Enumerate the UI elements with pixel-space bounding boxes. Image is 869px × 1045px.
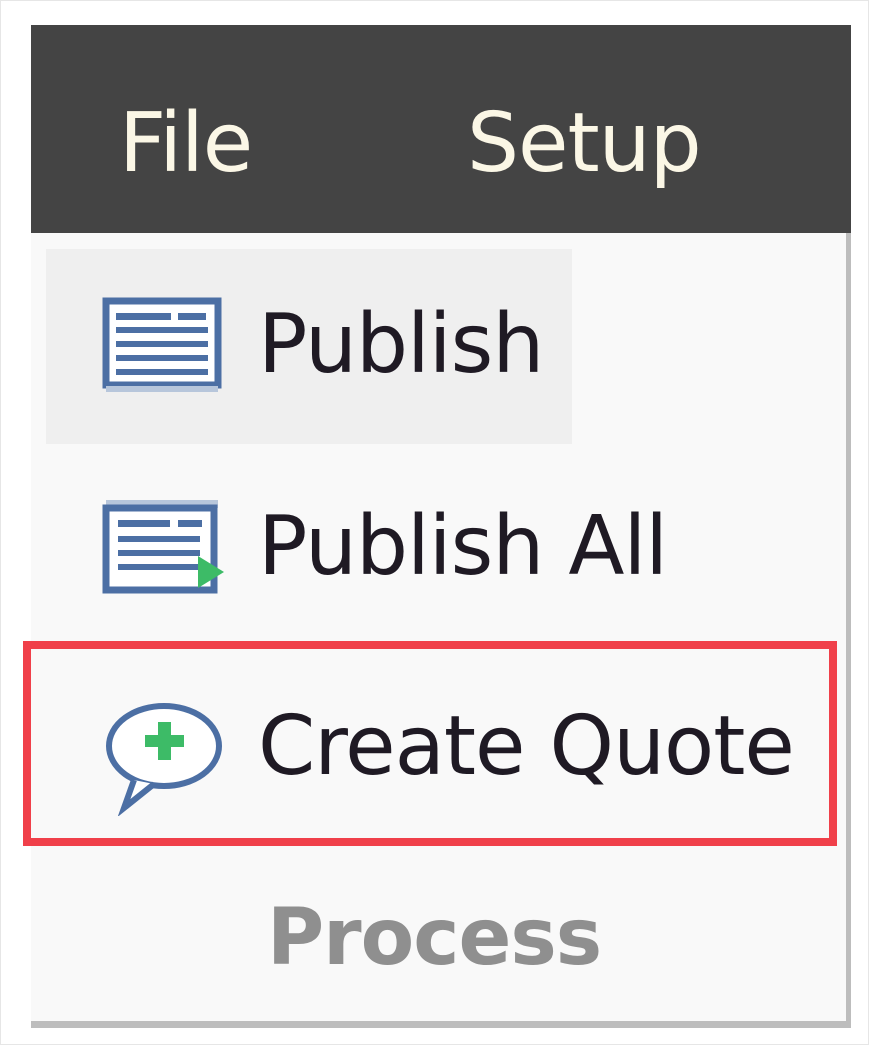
- menu-setup[interactable]: Setup: [467, 97, 702, 191]
- menu-item-publish[interactable]: Publish: [46, 249, 572, 444]
- window-frame: File Setup Publish Publish All Create Qu…: [0, 0, 869, 1045]
- process-section-label: Process: [267, 893, 602, 983]
- setup-dropdown-menu: Publish Publish All Create Quote Process: [31, 233, 851, 1028]
- create-quote-icon: [100, 696, 226, 817]
- menu-file[interactable]: File: [119, 97, 253, 191]
- menu-bar: File Setup: [31, 25, 851, 233]
- menu-item-label: Publish: [258, 296, 544, 392]
- menu-item-label: Publish All: [258, 498, 668, 594]
- publish-all-icon: [100, 496, 226, 602]
- menu-item-publish-all[interactable]: Publish All: [46, 451, 846, 646]
- publish-icon: [100, 294, 226, 400]
- menu-item-create-quote[interactable]: Create Quote: [23, 641, 831, 857]
- menu-item-label: Create Quote: [258, 699, 795, 795]
